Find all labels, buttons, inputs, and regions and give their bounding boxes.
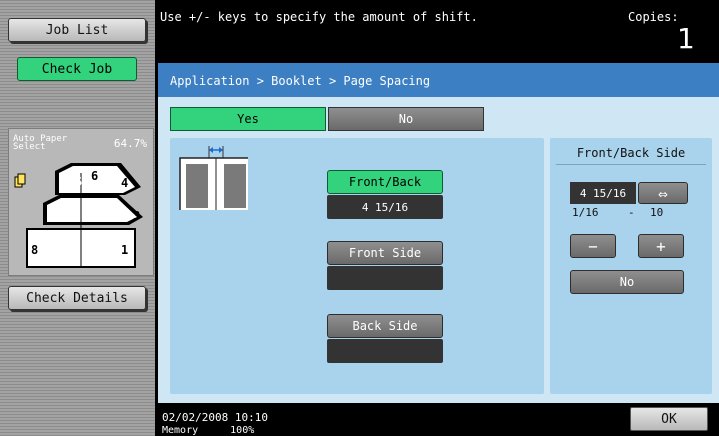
front-back-value: 4 15/16 bbox=[327, 195, 443, 219]
range-min: 1/16 bbox=[572, 206, 599, 219]
memory-status: Memory 100% bbox=[162, 425, 254, 436]
main-window: Application > Booklet > Page Spacing Yes… bbox=[158, 63, 719, 403]
page-number: 8 bbox=[31, 243, 39, 257]
memory-value: 100% bbox=[230, 425, 255, 436]
back-side-value bbox=[327, 339, 443, 363]
plus-button[interactable]: + bbox=[638, 234, 684, 258]
page-number: 1 bbox=[121, 243, 129, 257]
status-bar: 02/02/2008 10:10 Memory 100% OK bbox=[158, 403, 719, 436]
no-button[interactable]: No bbox=[328, 107, 484, 131]
page-number: 7 bbox=[55, 208, 63, 222]
double-arrow-icon: ⇔ bbox=[658, 183, 668, 203]
page-number: 4 bbox=[121, 176, 129, 190]
page-number: 3 bbox=[133, 209, 141, 223]
minus-button[interactable]: − bbox=[570, 234, 616, 258]
shift-value-input[interactable]: 4 15/16 bbox=[570, 182, 636, 204]
copies-label: Copies: bbox=[628, 10, 679, 24]
front-back-button[interactable]: Front/Back bbox=[327, 170, 443, 194]
no-shift-button[interactable]: No bbox=[570, 270, 684, 294]
spacing-options-panel: Front/Back 4 15/16 Front Side Back Side bbox=[170, 138, 544, 394]
divider bbox=[556, 164, 706, 165]
left-panel: Job List Check Job Auto Paper Select 64.… bbox=[0, 0, 155, 436]
front-back-side-panel: Front/Back Side 4 15/16 ⇔ 1/16 - 10 − + … bbox=[550, 138, 712, 394]
memory-label: Memory bbox=[162, 425, 199, 436]
job-list-button[interactable]: Job List bbox=[8, 18, 146, 42]
front-side-button[interactable]: Front Side bbox=[327, 241, 443, 265]
instruction-message: Use +/- keys to specify the amount of sh… bbox=[160, 10, 478, 24]
check-job-button[interactable]: Check Job bbox=[17, 57, 137, 81]
breadcrumb: Application > Booklet > Page Spacing bbox=[158, 63, 719, 97]
page-number: 6 bbox=[91, 169, 99, 183]
range-separator: - bbox=[628, 206, 635, 219]
range-max: 10 bbox=[650, 206, 664, 219]
page-number: 2 bbox=[113, 204, 121, 218]
panel-title: Front/Back Side bbox=[576, 146, 686, 160]
date-time: 02/02/2008 10:10 bbox=[162, 411, 268, 424]
page-number: 5 bbox=[75, 175, 83, 189]
page-spacing-icon bbox=[179, 146, 248, 210]
back-side-button[interactable]: Back Side bbox=[327, 314, 443, 338]
page-layout-preview: Auto Paper Select 64.7% 5 6 4 7 2 3 8 1 bbox=[8, 128, 154, 276]
yes-button[interactable]: Yes bbox=[170, 107, 326, 131]
check-details-button[interactable]: Check Details bbox=[8, 286, 146, 310]
ok-button[interactable]: OK bbox=[630, 407, 708, 431]
paper-tray-icon bbox=[14, 173, 26, 188]
front-side-value bbox=[327, 266, 443, 290]
swap-arrows-button[interactable]: ⇔ bbox=[638, 182, 688, 204]
copies-count: 1 bbox=[677, 22, 695, 55]
